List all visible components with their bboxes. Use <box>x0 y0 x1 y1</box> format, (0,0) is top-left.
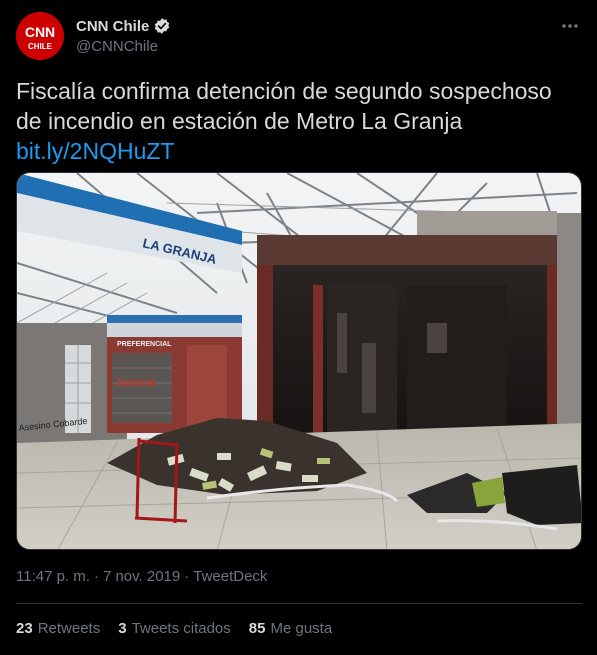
verified-badge-icon <box>153 17 171 35</box>
likes-label: Me gusta <box>270 620 333 637</box>
avatar-logo-bottom: CHILE <box>28 42 53 51</box>
meta-separator: · <box>93 568 99 585</box>
tweet-meta: 11:47 p. m. · 7 nov. 2019 · TweetDeck <box>16 568 267 585</box>
booth-graffiti: Justicia <box>115 377 157 389</box>
quotes-stat[interactable]: 3 Tweets citados <box>118 620 231 637</box>
likes-count: 85 <box>248 620 266 637</box>
cnn-chile-logo: CNN CHILE <box>16 12 64 60</box>
tweet-time[interactable]: 11:47 p. m. <box>16 568 90 585</box>
tweet-link[interactable]: bit.ly/2NQHuZT <box>16 136 174 166</box>
likes-stat[interactable]: 85 Me gusta <box>249 620 332 637</box>
tweet-source[interactable]: TweetDeck <box>193 568 267 585</box>
booth-label: PREFERENCIAL <box>117 341 172 348</box>
tweet-stats: 23 Retweets 3 Tweets citados 85 Me gusta <box>16 620 332 637</box>
quotes-label: Tweets citados <box>131 620 231 637</box>
tweet-date[interactable]: 7 nov. 2019 <box>103 568 180 585</box>
avatar-logo-top: CNN <box>25 24 55 40</box>
metro-station-photo: LA GRANJA Asesino Cobarde PREFERENCIAL J… <box>17 173 581 549</box>
display-name[interactable]: CNN Chile <box>76 18 149 35</box>
avatar[interactable]: CNN CHILE <box>16 12 64 60</box>
author-names: CNN Chile @CNNChile <box>76 16 171 55</box>
tweet: CNN CHILE CNN Chile @CNNChile Fiscalía c… <box>0 0 597 655</box>
handle[interactable]: @CNNChile <box>76 38 171 55</box>
retweets-label: Retweets <box>37 620 101 637</box>
tweet-header: CNN CHILE CNN Chile @CNNChile <box>16 12 582 60</box>
more-options-icon[interactable] <box>558 14 582 38</box>
tweet-text: Fiscalía confirma detención de segundo s… <box>16 76 582 166</box>
retweets-count: 23 <box>16 620 33 637</box>
divider <box>16 603 582 604</box>
meta-separator-2: · <box>184 568 190 585</box>
tweet-body: Fiscalía confirma detención de segundo s… <box>16 78 552 134</box>
tweet-photo[interactable]: LA GRANJA Asesino Cobarde PREFERENCIAL J… <box>16 172 582 550</box>
display-name-row: CNN Chile <box>76 16 171 36</box>
quotes-count: 3 <box>118 620 127 637</box>
retweets-stat[interactable]: 23 Retweets <box>16 620 100 637</box>
